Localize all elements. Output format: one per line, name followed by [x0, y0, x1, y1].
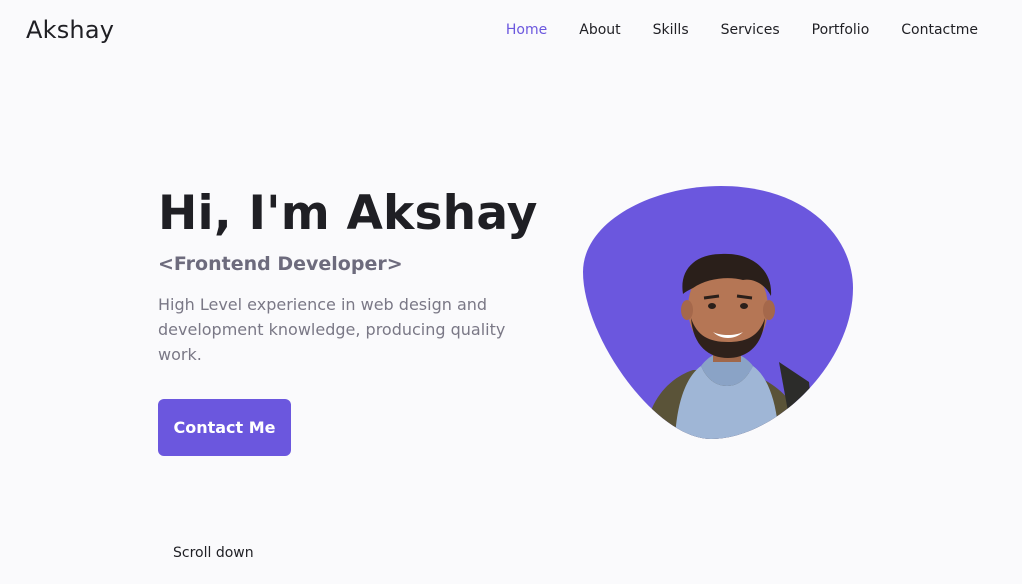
profile-avatar: [583, 186, 853, 439]
nav-item-services[interactable]: Services: [721, 22, 780, 38]
hero-subtitle: <Frontend Developer>: [158, 253, 403, 275]
nav-item-home[interactable]: Home: [506, 22, 547, 38]
brand-logo[interactable]: Akshay: [26, 16, 114, 44]
nav-item-about[interactable]: About: [579, 22, 620, 38]
main-nav: Home About Skills Services Portfolio Con…: [506, 22, 978, 38]
page: Akshay Home About Skills Services Portfo…: [0, 0, 1022, 584]
nav-item-skills[interactable]: Skills: [653, 22, 689, 38]
nav-item-contactme[interactable]: Contactme: [901, 22, 978, 38]
contact-me-button[interactable]: Contact Me: [158, 399, 291, 456]
avatar-blob: [583, 186, 853, 439]
hero-title: Hi, I'm Akshay: [158, 186, 538, 241]
scroll-down-link[interactable]: Scroll down: [173, 545, 254, 561]
hero-description: High Level experience in web design and …: [158, 295, 506, 364]
nav-item-portfolio[interactable]: Portfolio: [812, 22, 870, 38]
